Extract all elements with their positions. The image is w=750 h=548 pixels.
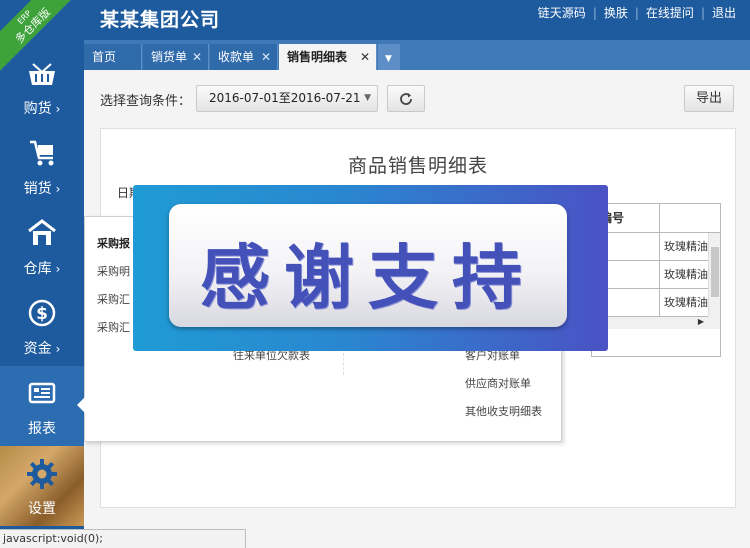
sidebar-item-label: 购货	[23, 101, 52, 117]
tab-label: 首页	[92, 50, 117, 64]
cell-name: 玫瑰精油	[664, 268, 708, 281]
menu-link-purchase-summary-2[interactable]: 采购汇	[97, 319, 130, 335]
change-skin-link[interactable]: 换肤	[604, 4, 628, 21]
cell-name: 玫瑰精油	[664, 296, 708, 309]
menu-link-supplier-statement[interactable]: 供应商对账单	[465, 375, 531, 391]
vertical-scrollbar[interactable]	[708, 233, 720, 317]
report-title: 商品销售明细表	[347, 155, 488, 177]
tab-overflow-dropdown[interactable]: ▼	[378, 44, 400, 70]
logout-link[interactable]: 退出	[712, 4, 736, 21]
horizontal-scrollbar[interactable]: ▶	[592, 317, 720, 329]
online-question-link[interactable]: 在线提问	[646, 4, 694, 21]
warehouse-icon	[0, 218, 84, 252]
sidebar-item-reports[interactable]: 报表	[0, 366, 84, 446]
close-icon[interactable]: ✕	[360, 44, 370, 70]
tab-label: 销货单	[151, 50, 188, 64]
grid-header: 编号	[592, 204, 720, 233]
sidebar-item-label: 销货	[23, 181, 52, 197]
sidebar-item-warehouse[interactable]: 仓库 ›	[0, 206, 84, 286]
banner-plate: 感谢支持	[169, 204, 567, 327]
sidebar-item-settings[interactable]: 设置	[0, 446, 84, 526]
query-label: 选择查询条件：	[100, 94, 192, 109]
report-grid: 编号 3 玫瑰精油 3 玫瑰精油 3 玫瑰精油 ▶	[591, 203, 721, 357]
chevron-right-icon: ›	[55, 262, 61, 276]
cell-name: 玫瑰精油	[664, 240, 708, 253]
sidebar-item-label: 仓库	[23, 261, 52, 277]
chevron-down-icon: ▼	[364, 93, 371, 103]
table-row[interactable]: 3 玫瑰精油	[592, 233, 720, 261]
gear-icon	[0, 458, 84, 492]
svg-text:$: $	[36, 304, 48, 324]
tab-sales-order[interactable]: 销货单 ✕	[143, 44, 209, 70]
top-links: 链天源码 | 换肤 | 在线提问 | 退出	[538, 4, 736, 21]
chevron-right-icon: ›	[55, 342, 61, 356]
tab-bar: 首页 销货单 ✕ 收款单 ✕ 销售明细表 ✕ ▼	[84, 40, 750, 70]
close-icon[interactable]: ✕	[192, 44, 202, 70]
top-header: 某某集团公司 链天源码 | 换肤 | 在线提问 | 退出	[0, 0, 750, 40]
chevron-right-icon: ›	[55, 102, 61, 116]
tab-label: 收款单	[218, 50, 255, 64]
table-row[interactable]: 3 玫瑰精油	[592, 289, 720, 317]
menu-link-other-income-expense[interactable]: 其他收支明细表	[465, 403, 542, 419]
menu-category-purchase: 采购报	[97, 237, 130, 250]
sidebar-item-sales[interactable]: 销货 ›	[0, 126, 84, 206]
cart-icon	[0, 138, 84, 172]
basket-icon	[0, 58, 84, 92]
menu-link-purchase-detail[interactable]: 采购明	[97, 263, 130, 279]
link-divider: |	[700, 5, 705, 20]
status-bar: javascript:void(0);	[0, 529, 246, 548]
thanks-banner: 感谢支持	[133, 185, 608, 351]
sidebar-item-funds[interactable]: $ 资金 ›	[0, 286, 84, 366]
date-range-value: 2016-07-01至2016-07-21	[209, 91, 361, 105]
table-row[interactable]: 3 玫瑰精油	[592, 261, 720, 289]
export-button[interactable]: 导出	[684, 85, 734, 112]
close-icon[interactable]: ✕	[261, 44, 271, 70]
sidebar: 购货 › 销货 › 仓库 › $ 资金 › 报表 设置	[0, 40, 84, 548]
sidebar-item-label: 报表	[28, 421, 56, 437]
dollar-icon: $	[0, 298, 84, 332]
link-divider: |	[634, 5, 639, 20]
source-code-link[interactable]: 链天源码	[538, 4, 586, 21]
report-icon	[0, 378, 84, 412]
chevron-down-icon: ▼	[385, 54, 392, 64]
company-name: 某某集团公司	[100, 9, 221, 31]
chevron-right-icon: ›	[55, 182, 61, 196]
refresh-icon	[400, 92, 412, 105]
refresh-button[interactable]	[387, 85, 425, 112]
link-divider: |	[592, 5, 597, 20]
sidebar-item-label: 设置	[28, 501, 56, 517]
banner-text: 感谢支持	[200, 236, 536, 319]
sidebar-item-label: 资金	[23, 341, 52, 357]
popup-pointer	[77, 397, 85, 413]
scrollbar-thumb[interactable]	[711, 247, 719, 297]
tab-receipt[interactable]: 收款单 ✕	[210, 44, 278, 70]
tab-home[interactable]: 首页	[84, 44, 142, 70]
menu-link-purchase-summary[interactable]: 采购汇	[97, 291, 130, 307]
date-range-select[interactable]: 2016-07-01至2016-07-21 ▼	[196, 85, 378, 112]
tab-sales-detail[interactable]: 销售明细表 ✕	[279, 44, 377, 70]
tab-label: 销售明细表	[287, 50, 348, 64]
chevron-right-icon[interactable]: ▶	[698, 317, 704, 326]
